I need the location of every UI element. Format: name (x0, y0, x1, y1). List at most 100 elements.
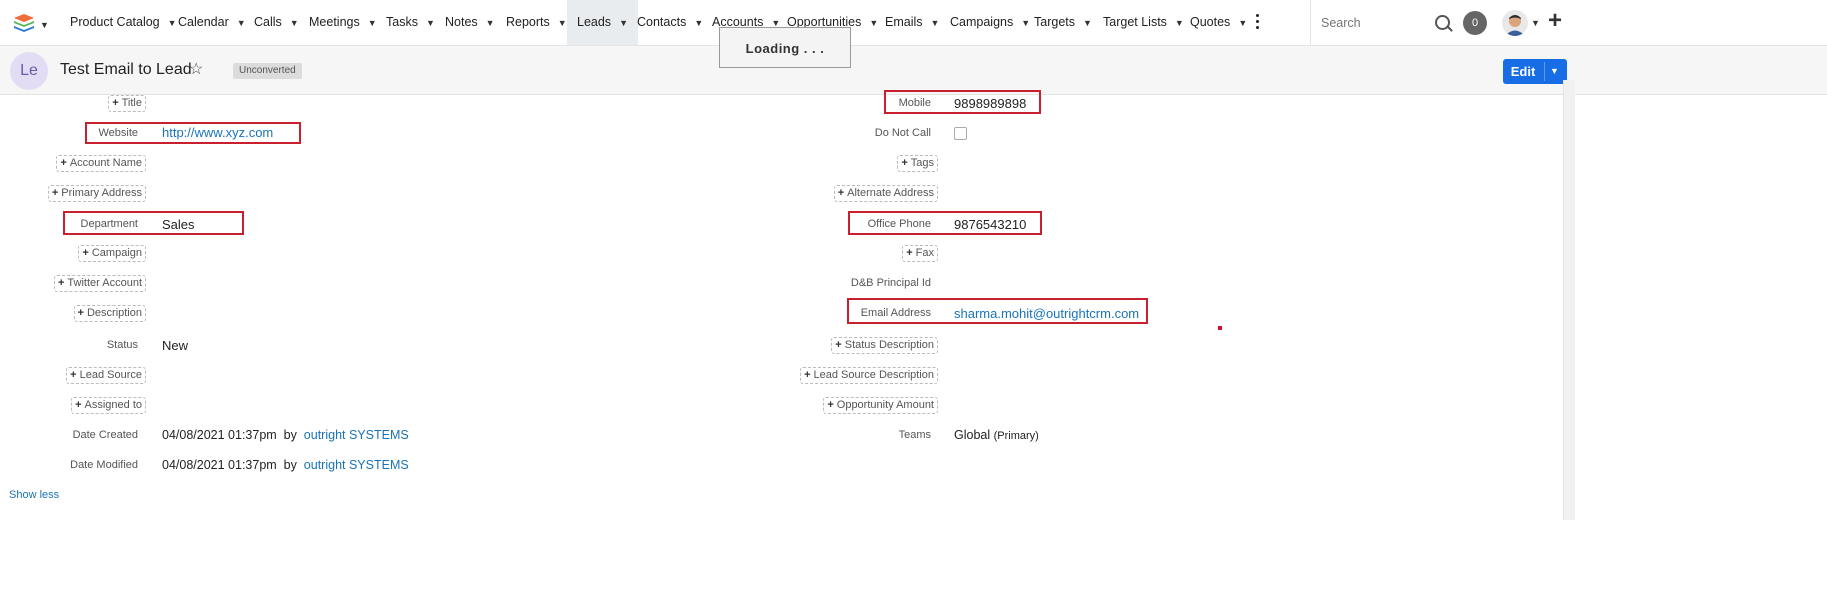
nav-item-contacts[interactable]: Contacts ▼ (637, 0, 703, 45)
do-not-call-checkbox[interactable] (954, 127, 967, 140)
plus-icon: + (75, 399, 82, 411)
nav-item-notes[interactable]: Notes ▼ (445, 0, 495, 45)
add-opportunity-amount-button[interactable]: + Opportunity Amount (823, 397, 938, 414)
date-modified-label: Date Modified (70, 459, 138, 471)
chevron-down-icon[interactable]: ▼ (1550, 59, 1559, 84)
chevron-down-icon[interactable]: ▼ (1021, 1, 1030, 46)
date-created-user-link[interactable]: outright SYSTEMS (304, 428, 409, 442)
add-status-description-label: Status Description (844, 339, 934, 351)
notification-badge[interactable]: 0 (1463, 11, 1487, 35)
add-campaign-button[interactable]: + Campaign (78, 245, 146, 262)
email-address-link[interactable]: sharma.mohit@outrightcrm.com (954, 306, 1139, 321)
date-modified-value: 04/08/2021 01:37pm (162, 458, 277, 472)
website-label: Website (98, 127, 138, 139)
teams-value: Global (954, 428, 991, 442)
add-description-label: Description (86, 307, 142, 319)
website-link[interactable]: http://www.xyz.com (162, 125, 273, 140)
date-modified-row: 04/08/2021 01:37pm by outright SYSTEMS (162, 458, 409, 472)
add-lead-source-description-label: Lead Source Description (813, 369, 934, 381)
chevron-down-icon[interactable]: ▼ (619, 1, 628, 46)
show-less-link[interactable]: Show less (9, 489, 59, 501)
nav-item-label: Target Lists (1103, 15, 1167, 29)
email-address-label: Email Address (860, 307, 931, 319)
plus-icon: + (57, 277, 65, 289)
quick-create-plus-icon[interactable]: + (1548, 9, 1562, 33)
add-assigned-to-button[interactable]: + Assigned to (71, 397, 146, 414)
plus-icon: + (804, 369, 811, 381)
teams-row: Global (Primary) (954, 428, 1039, 442)
chevron-down-icon[interactable]: ▼ (1531, 18, 1540, 28)
nav-item-target-lists[interactable]: Target Lists ▼ (1103, 0, 1184, 45)
chevron-down-icon[interactable]: ▼ (1083, 1, 1092, 46)
add-tags-button[interactable]: + Tags (897, 155, 938, 172)
chevron-down-icon[interactable]: ▼ (869, 1, 878, 46)
department-value: Sales (162, 217, 195, 232)
chevron-down-icon[interactable]: ▼ (694, 1, 703, 46)
add-status-description-button[interactable]: + Status Description (831, 337, 938, 354)
nav-item-tasks[interactable]: Tasks ▼ (386, 0, 435, 45)
add-description-button[interactable]: + Description (73, 305, 146, 322)
chevron-down-icon[interactable]: ▼ (426, 1, 435, 46)
add-campaign-label: Campaign (91, 247, 142, 259)
chevron-down-icon[interactable]: ▼ (1238, 1, 1247, 46)
plus-icon: + (837, 187, 845, 199)
favorite-star-icon[interactable]: ☆ (189, 59, 203, 79)
date-created-label: Date Created (72, 429, 138, 441)
app-logo-icon[interactable] (12, 13, 36, 33)
chevron-down-icon[interactable]: ▼ (558, 1, 567, 46)
nav-item-calendar[interactable]: Calendar ▼ (178, 0, 246, 45)
add-lead-source-button[interactable]: + Lead Source (66, 367, 146, 384)
chevron-down-icon[interactable]: ▼ (931, 1, 940, 46)
more-menu-icon[interactable] (1256, 14, 1260, 30)
office-phone-value: 9876543210 (954, 217, 1027, 232)
nav-item-calls[interactable]: Calls ▼ (254, 0, 299, 45)
add-twitter-account-button[interactable]: + Twitter Account (53, 275, 146, 292)
search-icon[interactable] (1435, 15, 1450, 30)
add-fax-button[interactable]: + Fax (902, 245, 938, 262)
add-account-name-button[interactable]: + Account Name (56, 155, 146, 172)
record-header: Le Test Email to Lead ☆ Unconverted Edit… (0, 46, 1827, 95)
nav-item-meetings[interactable]: Meetings ▼ (309, 0, 377, 45)
chevron-down-icon[interactable]: ▼ (486, 1, 495, 46)
add-tags-label: Tags (910, 157, 934, 169)
plus-icon: + (901, 157, 908, 169)
scrollbar[interactable] (1563, 80, 1575, 520)
plus-icon: + (77, 307, 84, 319)
red-marker (1218, 326, 1222, 330)
nav-item-product-catalog[interactable]: Product Catalog ▼ (70, 0, 177, 45)
nav-item-label: Notes (445, 15, 478, 29)
search-input[interactable] (1319, 12, 1453, 34)
add-title-button[interactable]: + Title (108, 95, 146, 112)
date-created-row: 04/08/2021 01:37pm by outright SYSTEMS (162, 428, 409, 442)
global-search (1310, 0, 1485, 45)
add-opportunity-amount-label: Opportunity Amount (836, 399, 934, 411)
nav-item-quotes[interactable]: Quotes ▼ (1190, 0, 1247, 45)
loading-indicator: Loading . . . (719, 27, 851, 68)
nav-item-reports[interactable]: Reports ▼ (506, 0, 567, 45)
nav-item-leads[interactable]: Leads ▼ (567, 0, 638, 45)
date-modified-user-link[interactable]: outright SYSTEMS (304, 458, 409, 472)
chevron-down-icon[interactable]: ▼ (237, 1, 246, 46)
add-assigned-to-label: Assigned to (84, 399, 142, 411)
add-fax-label: Fax (915, 247, 934, 259)
add-lead-source-description-button[interactable]: + Lead Source Description (800, 367, 938, 384)
add-lead-source-label: Lead Source (79, 369, 142, 381)
plus-icon: + (827, 399, 834, 411)
record-avatar: Le (10, 52, 48, 90)
nav-item-campaigns[interactable]: Campaigns ▼ (950, 0, 1030, 45)
chevron-down-icon[interactable]: ▼ (40, 20, 49, 30)
edit-button[interactable]: Edit ▼ (1503, 59, 1567, 84)
add-title-label: Title (121, 97, 142, 109)
add-alternate-address-button[interactable]: + Alternate Address (833, 185, 938, 202)
add-primary-address-button[interactable]: + Primary Address (47, 185, 146, 202)
chevron-down-icon[interactable]: ▼ (1175, 1, 1184, 46)
plus-icon: + (112, 97, 119, 109)
nav-item-emails[interactable]: Emails ▼ (885, 0, 939, 45)
chevron-down-icon[interactable]: ▼ (290, 1, 299, 46)
nav-item-targets[interactable]: Targets ▼ (1034, 0, 1092, 45)
chevron-down-icon[interactable]: ▼ (368, 1, 377, 46)
edit-button-label: Edit (1510, 64, 1536, 79)
user-avatar[interactable] (1502, 10, 1528, 36)
chevron-down-icon[interactable]: ▼ (168, 1, 177, 46)
plus-icon: + (51, 187, 59, 199)
